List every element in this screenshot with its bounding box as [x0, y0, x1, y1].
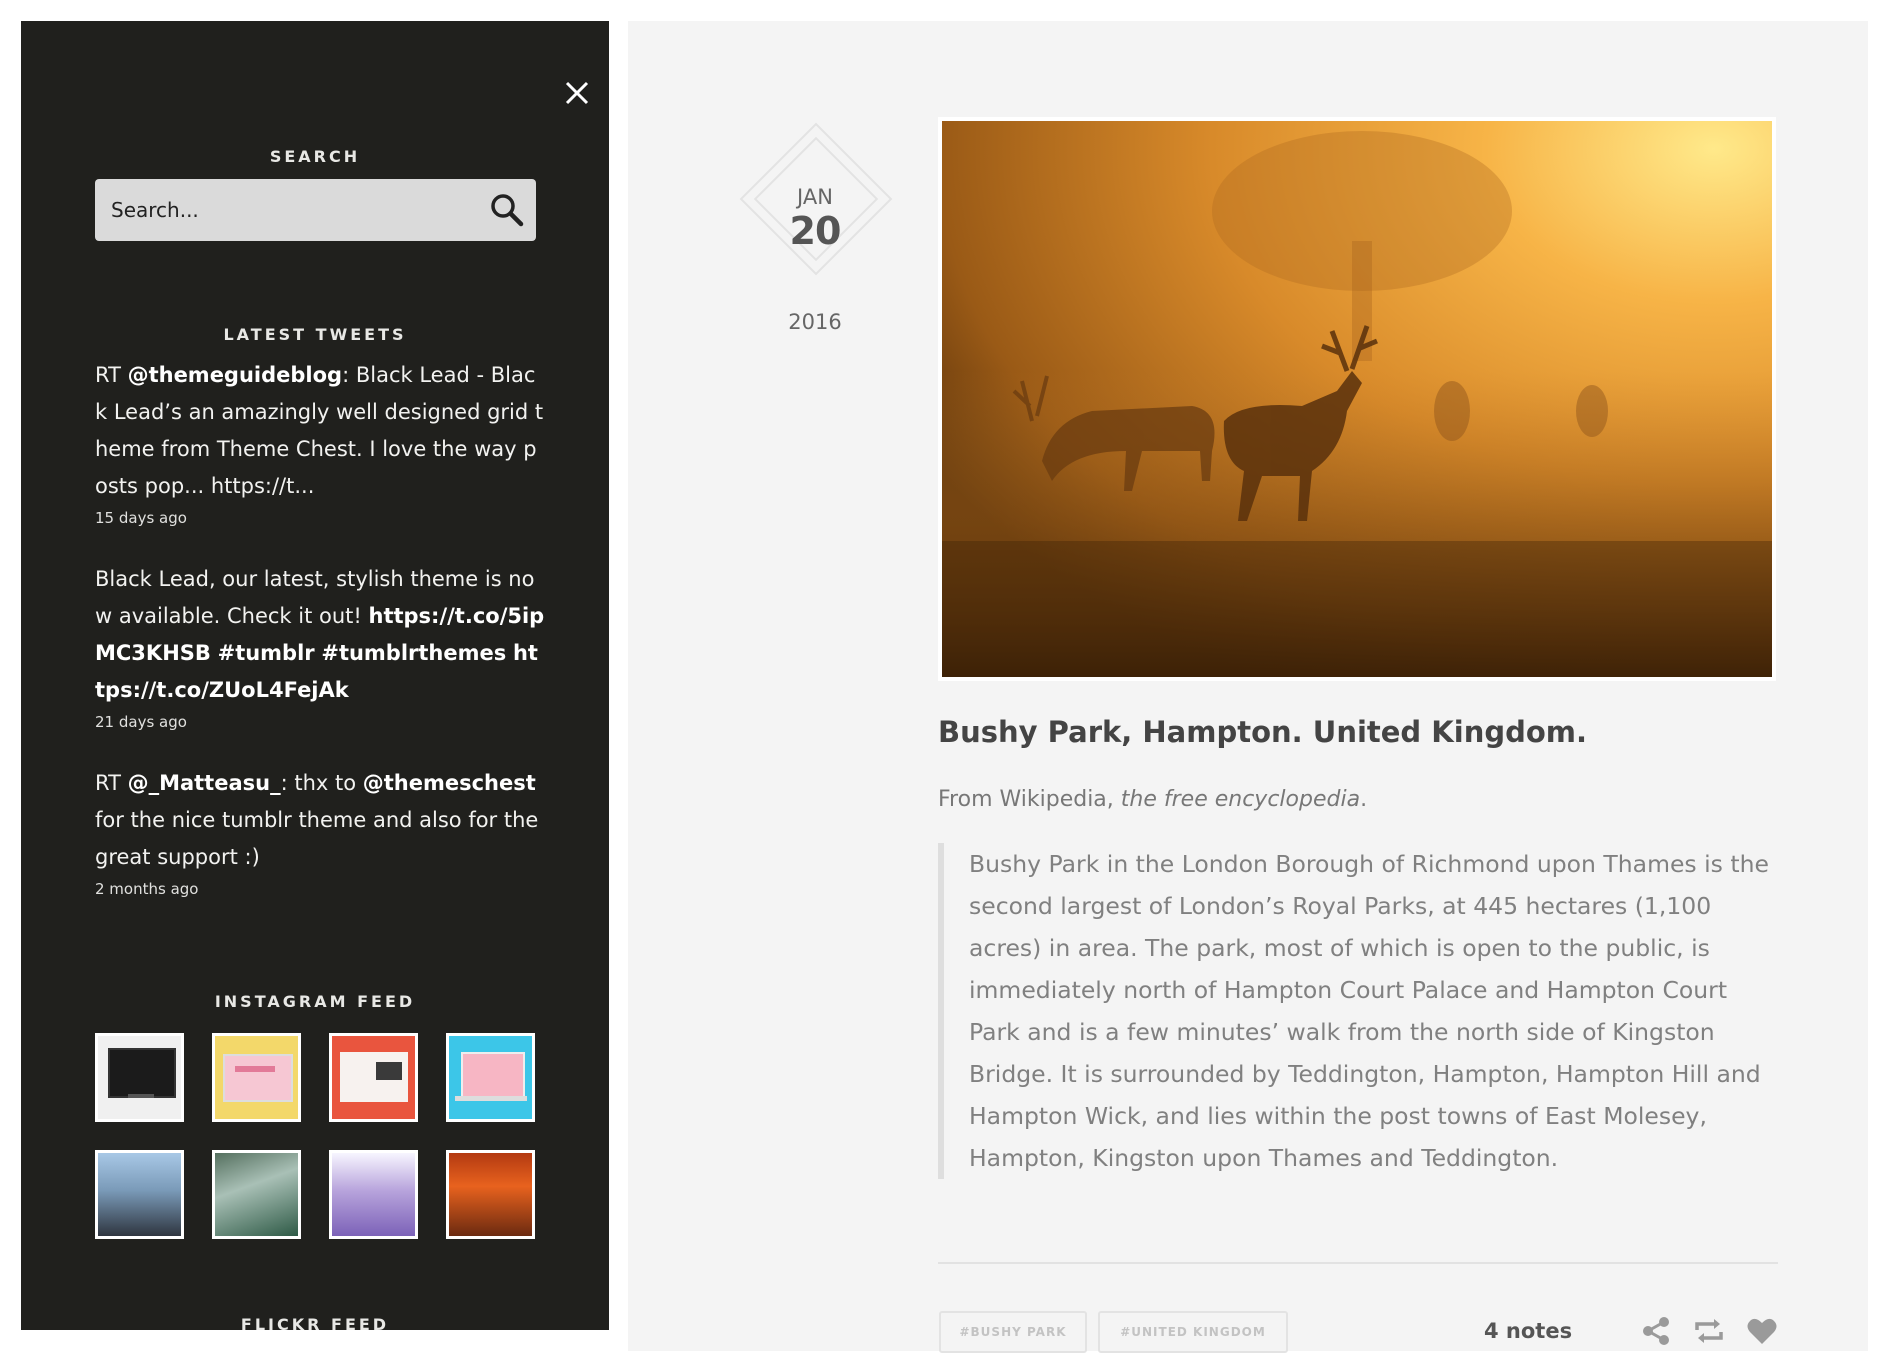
instagram-thumbnail[interactable] — [329, 1033, 418, 1122]
post-area: JAN 20 2016 Bushy Park, Hampton. United … — [628, 21, 1868, 1353]
tweet-text-part: for the nice tumblr theme and also for t… — [95, 808, 539, 869]
post-title-rest: United Kingdom. — [1302, 715, 1588, 749]
search-title: SEARCH — [269, 147, 361, 166]
tweet-text-part — [506, 641, 513, 665]
source-prefix: From Wikipedia, — [938, 787, 1121, 812]
tweet-text: Black Lead, our latest, stylish theme is… — [95, 561, 545, 709]
tweet-item: Black Lead, our latest, stylish theme is… — [95, 561, 545, 731]
instagram-thumbnail[interactable] — [446, 1033, 535, 1122]
close-icon[interactable] — [561, 77, 593, 109]
tweet-hashtag-link[interactable]: #tumblrthemes — [321, 641, 506, 665]
search-icon[interactable] — [490, 193, 524, 227]
reblog-icon[interactable] — [1693, 1316, 1725, 1350]
instagram-feed-title: INSTAGRAM FEED — [214, 992, 416, 1011]
tweet-text-part — [211, 641, 218, 665]
post-divider — [938, 1262, 1778, 1264]
flickr-feed-title: FLICKR FEED — [240, 1315, 390, 1330]
tweet-hashtag-link[interactable]: #tumblr — [218, 641, 315, 665]
tweet-mention-link[interactable]: @themeschest — [363, 771, 536, 795]
instagram-thumbnail[interactable] — [212, 1033, 301, 1122]
tweet-text: RT @themeguideblog: Black Lead - Black L… — [95, 357, 545, 505]
instagram-thumbnail[interactable] — [446, 1150, 535, 1239]
date-year: 2016 — [788, 310, 842, 334]
search-box — [95, 179, 536, 241]
post-photo[interactable] — [942, 121, 1772, 677]
date-month: JAN — [797, 185, 833, 209]
tweet-text-part: : thx to — [280, 771, 363, 795]
share-icon[interactable] — [1641, 1316, 1671, 1350]
tweet-text: RT @_Matteasu_: thx to @themeschest for … — [95, 765, 545, 876]
search-input[interactable] — [95, 179, 475, 241]
tweet-timestamp: 15 days ago — [95, 509, 187, 527]
post-title-bold: Bushy Park, Hampton. — [938, 715, 1303, 749]
tweet-mention-link[interactable]: @themeguideblog — [128, 363, 343, 387]
sidebar-panel: SEARCH LATEST TWEETS RT @themeguideblog:… — [21, 21, 609, 1330]
source-italic: the free encyclopedia — [1120, 787, 1361, 812]
notes-count[interactable]: 4 notes — [1484, 1319, 1572, 1343]
tweet-item: RT @_Matteasu_: thx to @themeschest for … — [95, 765, 545, 898]
post-photo-frame — [938, 117, 1776, 681]
instagram-thumbnail[interactable] — [95, 1150, 184, 1239]
source-suffix: . — [1360, 787, 1368, 812]
tweet-item: RT @themeguideblog: Black Lead - Black L… — [95, 357, 545, 527]
instagram-grid — [95, 1033, 540, 1239]
tweet-mention-link[interactable]: @_Matteasu_ — [128, 771, 281, 795]
tag-bushy-park[interactable]: #BUSHY PARK — [939, 1311, 1087, 1353]
date-badge: JAN 20 2016 — [735, 121, 895, 334]
heart-icon[interactable] — [1746, 1316, 1778, 1350]
date-day: 20 — [789, 209, 842, 253]
tag-united-kingdom[interactable]: #UNITED KINGDOM — [1098, 1311, 1288, 1353]
tweet-timestamp: 21 days ago — [95, 713, 187, 731]
tweet-text-part: RT — [95, 771, 128, 795]
latest-tweets-title: LATEST TWEETS — [223, 325, 407, 344]
post-quote: Bushy Park in the London Borough of Rich… — [938, 843, 1780, 1179]
post-source: From Wikipedia, the free encyclopedia. — [938, 787, 1798, 812]
tweet-list: RT @themeguideblog: Black Lead - Black L… — [95, 357, 545, 932]
instagram-thumbnail[interactable] — [95, 1033, 184, 1122]
tweet-timestamp: 2 months ago — [95, 880, 199, 898]
tweet-text-part: RT — [95, 363, 128, 387]
instagram-thumbnail[interactable] — [212, 1150, 301, 1239]
post-title: Bushy Park, Hampton. United Kingdom. — [938, 715, 1798, 749]
instagram-thumbnail[interactable] — [329, 1150, 418, 1239]
